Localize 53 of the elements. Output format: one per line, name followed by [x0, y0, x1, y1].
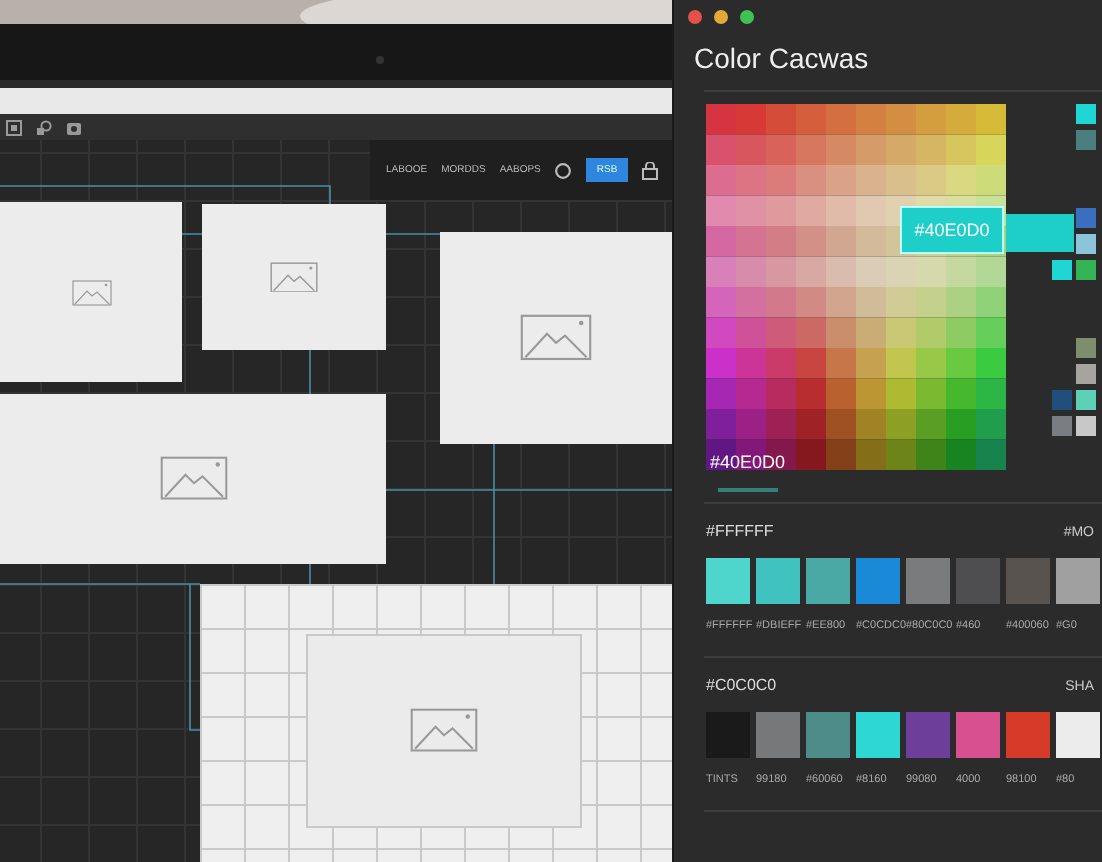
search-icon[interactable] — [554, 161, 573, 179]
image-icon — [159, 456, 227, 502]
color-swatch[interactable] — [906, 558, 950, 604]
color-swatch[interactable] — [856, 558, 900, 604]
color-chip[interactable] — [1052, 416, 1072, 436]
color-chip[interactable] — [1076, 130, 1096, 150]
color-chip[interactable] — [1076, 208, 1096, 228]
color-swatch[interactable] — [1056, 558, 1100, 604]
color-chip[interactable] — [1076, 390, 1096, 410]
color-chip[interactable] — [1076, 364, 1096, 384]
color-swatch[interactable] — [756, 712, 800, 758]
window-control[interactable] — [714, 10, 728, 24]
color-swatch[interactable] — [956, 712, 1000, 758]
image-frame[interactable] — [202, 204, 386, 350]
selected-color-bar — [1006, 214, 1074, 252]
shapes-tool-icon[interactable] — [36, 119, 52, 135]
window-control[interactable] — [688, 10, 702, 24]
image-icon — [71, 279, 111, 305]
image-icon — [270, 261, 318, 293]
color-swatch[interactable] — [1006, 712, 1050, 758]
image-frame[interactable] — [440, 232, 672, 444]
color-chip[interactable] — [1052, 260, 1072, 280]
panel-title: Color Cacwas — [692, 40, 871, 78]
image-frame[interactable] — [306, 634, 582, 828]
lock-icon[interactable] — [641, 161, 658, 179]
image-frame[interactable] — [0, 202, 182, 382]
frame-tool-icon[interactable] — [6, 119, 22, 135]
color-chip[interactable] — [1076, 260, 1096, 280]
image-frame[interactable] — [0, 394, 386, 564]
color-swatch[interactable] — [1006, 558, 1050, 604]
color-tooltip: #40E0D0 — [900, 206, 1004, 254]
hex-value: #40E0D0 — [710, 452, 786, 472]
color-swatch[interactable] — [956, 558, 1000, 604]
window-control[interactable] — [740, 10, 754, 24]
color-swatch[interactable] — [706, 558, 750, 604]
color-chip[interactable] — [1076, 416, 1096, 436]
color-swatch[interactable] — [756, 558, 800, 604]
image-icon — [410, 708, 478, 754]
color-chip[interactable] — [1076, 234, 1096, 254]
color-swatch[interactable] — [806, 712, 850, 758]
color-chip[interactable] — [1052, 390, 1072, 410]
camera-icon[interactable] — [66, 119, 82, 135]
color-swatch[interactable] — [806, 558, 850, 604]
section-title: #C0C0C0 — [706, 676, 777, 694]
color-swatch[interactable] — [1056, 712, 1100, 758]
color-swatch[interactable] — [906, 712, 950, 758]
color-chip[interactable] — [1076, 338, 1096, 358]
color-swatch[interactable] — [856, 712, 900, 758]
grid-artboard[interactable] — [200, 584, 672, 862]
color-chip[interactable] — [1076, 104, 1096, 124]
color-grid-drawing[interactable] — [706, 104, 1006, 470]
section-title: #FFFFFF — [706, 522, 774, 540]
image-icon — [520, 314, 592, 362]
